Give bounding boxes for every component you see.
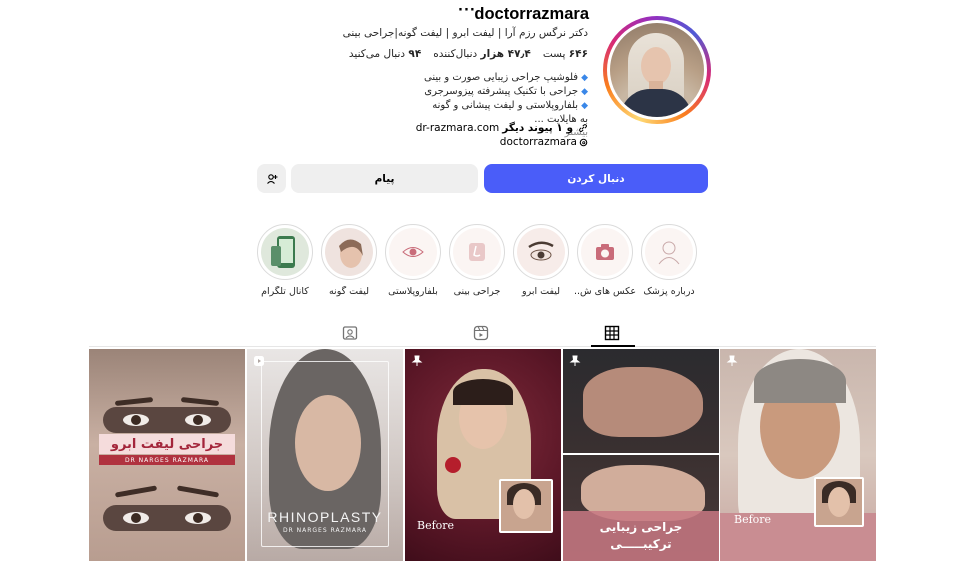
highlight-label: کانال تلگرام — [261, 286, 309, 297]
highlight-label: درباره پزشک — [643, 286, 695, 297]
suggested-accounts-button[interactable] — [257, 164, 286, 193]
post-banner-sub: DR NARGES RAZMARA — [99, 455, 235, 465]
doctor-icon — [658, 241, 680, 265]
bio-line: ◆فلوشیپ جراحی زیبایی صورت و بینی — [424, 72, 588, 83]
highlight-label: عکس های ش... — [574, 286, 636, 297]
eye-brow-icon — [528, 241, 554, 261]
post-banner: جراحی لیفت ابرو — [99, 434, 235, 454]
profile-link-row[interactable]: dr-razmara.com و ۱ پیوند دیگر — [416, 122, 588, 134]
highlight-label: لیفت ابرو — [521, 286, 561, 297]
phone-icon — [271, 236, 295, 268]
highlight-patient-photos[interactable]: عکس های ش... — [574, 224, 636, 297]
avatar-inner — [607, 20, 707, 120]
before-inset — [499, 479, 553, 533]
add-person-icon — [266, 173, 277, 184]
post-rhinoplasty[interactable]: RHINOPLASTY DR NARGES RAZMARA — [247, 349, 403, 561]
highlight-label: لیفت گونه — [328, 286, 370, 297]
profile-username: doctorrazmara — [474, 5, 589, 23]
before-label: Before — [417, 519, 455, 532]
tagged-icon — [342, 326, 358, 340]
profile-other-links[interactable]: و ۱ پیوند دیگر — [502, 122, 573, 134]
pin-icon — [726, 355, 738, 366]
diamond-icon: ◆ — [581, 101, 588, 111]
followers-stat[interactable]: ۴۷٫۴ هزار دنبال‌کننده — [433, 48, 531, 60]
message-button[interactable]: پیام — [291, 164, 478, 193]
highlight-rhinoplasty[interactable]: جراحی بینی — [446, 224, 508, 297]
face-icon — [339, 239, 363, 268]
following-stat[interactable]: ۹۴ دنبال می‌کنید — [349, 48, 421, 60]
bio-line: ◆جراحی با تکنیک پیشرفته پیزوسرجری — [424, 86, 588, 97]
highlight-about-doctor[interactable]: درباره پزشک — [638, 224, 700, 297]
profile-avatar[interactable] — [603, 16, 711, 124]
profile-stats: ۶۴۶ پست ۴۷٫۴ هزار دنبال‌کننده ۹۴ دنبال م… — [349, 48, 588, 60]
avatar-photo — [610, 23, 704, 117]
threads-icon — [579, 138, 588, 146]
profile-website-link[interactable]: dr-razmara.com — [416, 122, 500, 134]
camera-icon — [596, 244, 614, 260]
tab-posts[interactable] — [604, 325, 622, 343]
post-subtitle: DR NARGES RAZMARA — [282, 527, 368, 534]
threads-handle[interactable]: doctorrazmara — [500, 136, 577, 148]
eye-icon — [402, 247, 424, 257]
follow-button[interactable]: دنبال کردن — [484, 164, 708, 193]
posts-stat: ۶۴۶ پست — [542, 48, 588, 60]
pin-icon — [411, 355, 423, 366]
diamond-icon: ◆ — [581, 73, 588, 83]
post-caption: جراحی زیبایی ترکیبـــــی — [599, 520, 683, 551]
highlight-label: بلفاروپلاستی — [388, 286, 438, 297]
nose-icon — [469, 243, 485, 261]
before-inset — [814, 477, 864, 527]
tab-reels[interactable] — [473, 325, 491, 343]
post-brow-lift[interactable]: جراحی لیفت ابرو DR NARGES RAZMARA — [89, 349, 245, 561]
before-label: Before — [734, 513, 772, 526]
pin-icon — [569, 355, 581, 366]
link-icon — [579, 124, 587, 132]
tab-tagged[interactable] — [342, 325, 360, 343]
reels-icon — [473, 325, 489, 341]
post-portrait-before-2[interactable]: Before — [720, 349, 876, 561]
profile-full-name: دکتر نرگس رزم آرا | لیفت ابرو | لیفت گون… — [342, 27, 588, 39]
highlight-brow-lift[interactable]: لیفت ابرو — [510, 224, 572, 297]
highlight-cheek-lift[interactable]: لیفت گونه — [318, 224, 380, 297]
more-options-icon[interactable]: ··· — [458, 3, 476, 18]
post-combined-surgery[interactable]: جراحی زیبایی ترکیبـــــی — [563, 349, 719, 561]
bio-line: ◆بلفاروپلاستی و لیفت پیشانی و گونه — [432, 100, 588, 111]
diamond-icon: ◆ — [581, 87, 588, 97]
highlight-blepharoplasty[interactable]: بلفاروپلاستی — [382, 224, 444, 297]
post-portrait-before[interactable]: Before — [405, 349, 561, 561]
grid-icon — [604, 325, 620, 341]
highlight-telegram-channel[interactable]: کانال تلگرام — [254, 224, 316, 297]
reel-icon — [254, 356, 264, 366]
tabs-divider — [89, 346, 876, 347]
active-tab-indicator — [591, 345, 635, 347]
highlight-label: جراحی بینی — [453, 286, 501, 297]
threads-link-row[interactable]: doctorrazmara — [500, 136, 588, 148]
post-title: RHINOPLASTY — [267, 509, 383, 525]
